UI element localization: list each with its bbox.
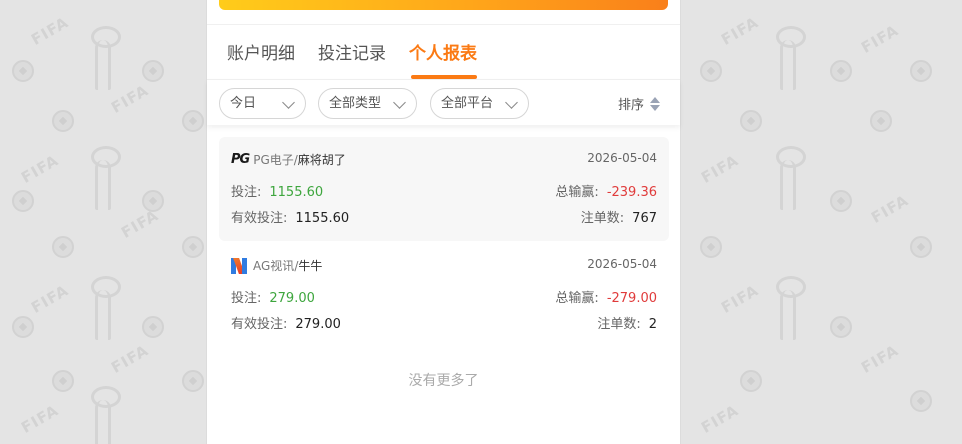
soccer-ball-icon bbox=[700, 60, 722, 82]
platform-filter-dropdown[interactable]: 全部平台 bbox=[430, 88, 529, 119]
soccer-ball-icon bbox=[830, 316, 852, 338]
fifa-watermark-icon: FIFA bbox=[698, 401, 742, 437]
record-game: 麻将胡了 bbox=[297, 153, 346, 167]
bet-label: 投注: bbox=[231, 291, 262, 306]
soccer-ball-icon bbox=[142, 316, 164, 338]
date-filter-dropdown[interactable]: 今日 bbox=[219, 88, 306, 119]
fifa-watermark-icon: FIFA bbox=[108, 341, 152, 377]
bet-count-value: 767 bbox=[632, 211, 657, 226]
bet-value: 279.00 bbox=[269, 291, 315, 306]
record-date: 2026-05-04 bbox=[587, 151, 657, 165]
soccer-ball-icon bbox=[910, 390, 932, 412]
chevron-down-icon bbox=[393, 96, 406, 109]
fifa-watermark-icon: FIFA bbox=[28, 281, 72, 317]
record-date: 2026-05-04 bbox=[587, 257, 657, 271]
soccer-ball-icon bbox=[830, 60, 852, 82]
fifa-watermark-icon: FIFA bbox=[718, 281, 762, 317]
soccer-ball-icon bbox=[740, 370, 762, 392]
win-row: 总输赢: -279.00 bbox=[555, 287, 657, 306]
bet-row: 投注: 1155.60 bbox=[231, 181, 323, 200]
win-value: -279.00 bbox=[606, 291, 657, 306]
trophy-icon bbox=[91, 276, 121, 340]
fifa-watermark-icon: FIFA bbox=[18, 401, 62, 437]
soccer-ball-icon bbox=[52, 110, 74, 132]
pg-logo-icon: PG bbox=[231, 152, 250, 167]
date-filter-label: 今日 bbox=[230, 96, 257, 111]
valid-bet-row: 有效投注: 1155.60 bbox=[231, 207, 349, 226]
fifa-watermark-icon: FIFA bbox=[858, 341, 902, 377]
fifa-watermark-icon: FIFA bbox=[698, 151, 742, 187]
soccer-ball-icon bbox=[700, 236, 722, 258]
soccer-ball-icon bbox=[52, 370, 74, 392]
soccer-ball-icon bbox=[12, 316, 34, 338]
record-game: 牛牛 bbox=[298, 259, 323, 273]
record-header: PG PG电子 / 麻将胡了 bbox=[231, 151, 346, 168]
soccer-ball-icon bbox=[830, 190, 852, 212]
fifa-watermark-icon: FIFA bbox=[108, 81, 152, 117]
bet-value: 1155.60 bbox=[269, 185, 324, 200]
report-panel: 账户明细 投注记录 个人报表 今日 全部类型 全部平台 排序 PG PG电子 /… bbox=[206, 0, 681, 444]
list-item[interactable]: PG PG电子 / 麻将胡了 2026-05-04 投注: 1155.60 总输赢… bbox=[219, 137, 669, 241]
soccer-ball-icon bbox=[52, 236, 74, 258]
filter-bar: 今日 全部类型 全部平台 排序 bbox=[207, 79, 680, 125]
fifa-watermark-icon: FIFA bbox=[868, 191, 912, 227]
trophy-icon bbox=[776, 146, 806, 210]
tab-personal-report[interactable]: 个人报表 bbox=[409, 39, 477, 64]
trophy-icon bbox=[91, 146, 121, 210]
win-value: -239.36 bbox=[606, 185, 657, 200]
soccer-ball-icon bbox=[182, 236, 204, 258]
chevron-down-icon bbox=[282, 96, 295, 109]
sort-icon bbox=[650, 96, 660, 112]
soccer-ball-icon bbox=[910, 236, 932, 258]
fifa-watermark-icon: FIFA bbox=[858, 21, 902, 57]
soccer-ball-icon bbox=[740, 110, 762, 132]
sort-button[interactable]: 排序 bbox=[618, 94, 660, 113]
top-banner bbox=[219, 0, 668, 10]
soccer-ball-icon bbox=[870, 110, 892, 132]
valid-bet-label: 有效投注: bbox=[231, 211, 288, 226]
fifa-watermark-icon: FIFA bbox=[18, 151, 62, 187]
soccer-ball-icon bbox=[182, 110, 204, 132]
bet-count-label: 注单数: bbox=[597, 317, 641, 332]
trophy-icon bbox=[91, 386, 121, 444]
record-platform: PG电子 bbox=[253, 153, 294, 167]
chevron-down-icon bbox=[505, 96, 518, 109]
soccer-ball-icon bbox=[142, 60, 164, 82]
trophy-icon bbox=[776, 26, 806, 90]
bet-row: 投注: 279.00 bbox=[231, 287, 315, 306]
bet-count-row: 注单数: 767 bbox=[581, 207, 657, 226]
fifa-watermark-icon: FIFA bbox=[28, 13, 72, 49]
bet-count-row: 注单数: 2 bbox=[597, 313, 657, 332]
bet-count-value: 2 bbox=[648, 317, 657, 332]
valid-bet-row: 有效投注: 279.00 bbox=[231, 313, 341, 332]
type-filter-label: 全部类型 bbox=[329, 96, 382, 111]
tab-account-details[interactable]: 账户明细 bbox=[227, 39, 295, 64]
record-platform: AG视讯 bbox=[253, 259, 295, 273]
tab-bet-records[interactable]: 投注记录 bbox=[318, 39, 386, 64]
win-row: 总输赢: -239.36 bbox=[555, 181, 657, 200]
soccer-ball-icon bbox=[12, 190, 34, 212]
list-item[interactable]: AG视讯 / 牛牛 2026-05-04 投注: 279.00 总输赢: -279.… bbox=[219, 243, 669, 347]
trophy-icon bbox=[91, 26, 121, 90]
win-label: 总输赢: bbox=[555, 185, 599, 200]
bet-count-label: 注单数: bbox=[580, 211, 625, 226]
valid-bet-value: 1155.60 bbox=[295, 211, 350, 226]
fifa-watermark-icon: FIFA bbox=[118, 206, 162, 242]
sort-label: 排序 bbox=[617, 98, 644, 113]
valid-bet-value: 279.00 bbox=[295, 317, 341, 332]
soccer-ball-icon bbox=[910, 60, 932, 82]
trophy-icon bbox=[776, 276, 806, 340]
type-filter-dropdown[interactable]: 全部类型 bbox=[318, 88, 417, 119]
valid-bet-label: 有效投注: bbox=[231, 317, 288, 332]
bet-label: 投注: bbox=[231, 185, 262, 200]
soccer-ball-icon bbox=[182, 370, 204, 392]
record-header: AG视讯 / 牛牛 bbox=[231, 257, 322, 274]
win-label: 总输赢: bbox=[555, 291, 599, 306]
platform-filter-label: 全部平台 bbox=[441, 96, 494, 111]
fifa-watermark-icon: FIFA bbox=[718, 13, 762, 49]
no-more-text: 没有更多了 bbox=[408, 373, 479, 389]
soccer-ball-icon bbox=[12, 60, 34, 82]
tab-bar: 账户明细 投注记录 个人报表 bbox=[207, 24, 680, 80]
ag-logo-icon bbox=[231, 257, 247, 274]
